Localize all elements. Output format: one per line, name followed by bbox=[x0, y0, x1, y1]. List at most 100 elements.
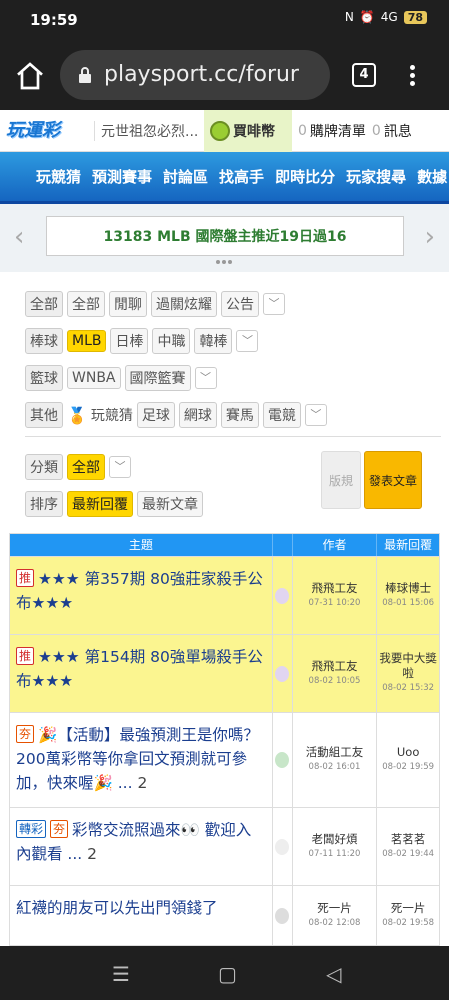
table-row[interactable]: 推 ★★★ 第154期 80強單場殺手公布★★★ 飛飛工友 08-02 10:05 … bbox=[10, 634, 439, 712]
author-cell[interactable]: 死一片 08-02 12:08 bbox=[293, 886, 378, 945]
nav-item[interactable]: 找高手 bbox=[219, 166, 264, 187]
avatar[interactable] bbox=[273, 886, 293, 945]
reply-cell[interactable]: 我要中大獎啦 08-02 15:32 bbox=[377, 635, 439, 712]
avatar[interactable] bbox=[273, 713, 293, 807]
messages-link[interactable]: 訊息 bbox=[384, 121, 412, 141]
buy-coins-button[interactable]: 買啡幣 bbox=[204, 109, 292, 152]
order-latest-reply[interactable]: 最新回覆 bbox=[67, 491, 133, 517]
main-nav: 玩競猜 預測賽事 討論區 找高手 即時比分 玩家搜尋 數據 bbox=[0, 152, 449, 204]
filter-chip[interactable]: 公告 bbox=[221, 291, 259, 317]
category-label: 分類 bbox=[25, 454, 63, 480]
reply-cell[interactable]: 茗茗茗 08-02 19:44 bbox=[377, 808, 439, 885]
table-row[interactable]: 轉彩夯彩幣交流照過來👀 歡迎入內觀看 ... 2 老闆好煩 07-11 11:20… bbox=[10, 807, 439, 885]
author-name[interactable]: 活動組工友 bbox=[293, 745, 377, 760]
avatar[interactable] bbox=[273, 557, 293, 634]
post-button[interactable]: 發表文章 bbox=[364, 451, 422, 509]
nav-item[interactable]: 玩家搜尋 bbox=[346, 166, 406, 187]
reply-name[interactable]: 我要中大獎啦 bbox=[377, 651, 439, 681]
reply-name[interactable]: 死一片 bbox=[377, 901, 439, 916]
author-time: 07-31 10:20 bbox=[308, 597, 361, 608]
tab-switcher-button[interactable]: 4 bbox=[352, 63, 376, 87]
table-row[interactable]: 紅襪的朋友可以先出門領錢了 死一片 08-02 12:08 死一片 08-02 19… bbox=[10, 885, 439, 945]
topic-title[interactable]: ★★★ 第154期 80強單場殺手公布★★★ bbox=[16, 648, 263, 690]
page-link[interactable]: 2 bbox=[137, 774, 147, 792]
home-icon[interactable] bbox=[14, 60, 46, 92]
order-latest-post[interactable]: 最新文章 bbox=[137, 491, 203, 517]
back-icon[interactable]: ◁ bbox=[326, 962, 341, 986]
filter-chip[interactable]: 足球 bbox=[136, 402, 175, 428]
signal-icon: 4G bbox=[380, 10, 398, 24]
chevron-down-icon[interactable]: ﹀ bbox=[194, 367, 217, 389]
author-cell[interactable]: 活動組工友 08-02 16:01 bbox=[293, 713, 378, 807]
filter-chip[interactable]: 韓棒 bbox=[194, 328, 233, 354]
author-name[interactable]: 老闆好煩 bbox=[293, 832, 377, 847]
rules-button[interactable]: 版規 bbox=[321, 451, 361, 509]
nav-item[interactable]: 預測賽事 bbox=[92, 166, 152, 187]
nav-item[interactable]: 討論區 bbox=[163, 166, 208, 187]
banner-text[interactable]: 13183 MLB 國際盤主推近19日過16 bbox=[46, 216, 404, 256]
filter-chip[interactable]: 全部 bbox=[67, 291, 105, 317]
table-row[interactable]: 推 ★★★ 第357期 80強莊家殺手公布★★★ 飛飛工友 07-31 10:20 … bbox=[10, 556, 439, 634]
filter-label: 全部 bbox=[25, 291, 63, 317]
topic-cell[interactable]: 推 ★★★ 第357期 80強莊家殺手公布★★★ bbox=[10, 557, 273, 634]
reply-cell[interactable]: 棒球博士 08-01 15:06 bbox=[377, 557, 439, 634]
status-icons: N ⏰ 4G 78 bbox=[345, 10, 427, 24]
filter-chip[interactable]: WNBA bbox=[67, 367, 121, 389]
filter-chip[interactable]: 日棒 bbox=[110, 328, 149, 354]
reply-name[interactable]: 棒球博士 bbox=[377, 581, 439, 596]
author-name[interactable]: 死一片 bbox=[293, 901, 377, 916]
site-logo[interactable]: 玩運彩 bbox=[6, 115, 94, 147]
topic-title[interactable]: ★★★ 第357期 80強莊家殺手公布★★★ bbox=[16, 570, 263, 612]
category-selected[interactable]: 全部 bbox=[67, 454, 105, 480]
nav-item[interactable]: 即時比分 bbox=[275, 166, 335, 187]
address-bar[interactable]: playsport.cc/forur bbox=[60, 50, 330, 100]
chevron-down-icon[interactable]: ﹀ bbox=[304, 404, 327, 426]
topic-cell[interactable]: 轉彩夯彩幣交流照過來👀 歡迎入內觀看 ... 2 bbox=[10, 808, 273, 885]
avatar[interactable] bbox=[273, 635, 293, 712]
reply-name[interactable]: Uoo bbox=[377, 745, 439, 760]
avatar[interactable] bbox=[273, 808, 293, 885]
home-button-icon[interactable]: ▢ bbox=[218, 962, 237, 986]
header-author: 作者 bbox=[293, 534, 378, 556]
tag-recommended: 推 bbox=[16, 647, 35, 665]
chevron-down-icon[interactable]: ﹀ bbox=[109, 456, 131, 478]
page-link[interactable]: 2 bbox=[87, 845, 97, 863]
table-row[interactable]: 夯 🎉【活動】最強預測王是你嗎？200萬彩幣等你拿回文預測就可參加，快來喔🎉 ..… bbox=[10, 712, 439, 807]
author-cell[interactable]: 飛飛工友 08-02 10:05 bbox=[293, 635, 378, 712]
recent-apps-icon[interactable]: ☰ bbox=[112, 962, 130, 986]
author-cell[interactable]: 飛飛工友 07-31 10:20 bbox=[293, 557, 378, 634]
nav-item[interactable]: 數據 bbox=[417, 166, 447, 187]
tag-transfer: 轉彩 bbox=[16, 820, 47, 838]
tag-recommended: 推 bbox=[16, 569, 35, 587]
coin-icon bbox=[210, 120, 230, 141]
cart-link[interactable]: 購牌清單 bbox=[310, 121, 366, 141]
author-name[interactable]: 飛飛工友 bbox=[293, 659, 377, 674]
filter-chip[interactable]: 玩競猜 bbox=[91, 405, 133, 425]
author-cell[interactable]: 老闆好煩 07-11 11:20 bbox=[293, 808, 378, 885]
filter-chip[interactable]: 過關炫耀 bbox=[151, 291, 217, 317]
filter-chip[interactable]: 賽馬 bbox=[220, 402, 259, 428]
nav-item[interactable]: 玩競猜 bbox=[36, 166, 81, 187]
chevron-down-icon[interactable]: ﹀ bbox=[236, 330, 259, 352]
chevron-left-icon[interactable]: ‹ bbox=[14, 222, 24, 252]
reply-name[interactable]: 茗茗茗 bbox=[377, 832, 439, 847]
buy-coins-label: 買啡幣 bbox=[233, 123, 275, 140]
topic-cell[interactable]: 推 ★★★ 第154期 80強單場殺手公布★★★ bbox=[10, 635, 273, 712]
marquee-text[interactable]: 元世祖忽必烈... bbox=[94, 120, 204, 141]
more-menu-icon[interactable] bbox=[408, 62, 416, 89]
topic-cell[interactable]: 紅襪的朋友可以先出門領錢了 bbox=[10, 886, 273, 945]
filter-chip[interactable]: 國際籃賽 bbox=[124, 365, 191, 391]
filter-chip[interactable]: 電競 bbox=[262, 402, 301, 428]
filter-row-other: 其他 🏅 玩競猜 足球 網球 賽馬 電競 ﹀ bbox=[25, 398, 441, 432]
chevron-down-icon[interactable]: ﹀ bbox=[263, 293, 285, 315]
filter-chip[interactable]: 網球 bbox=[178, 402, 217, 428]
reply-cell[interactable]: Uoo 08-02 19:59 bbox=[377, 713, 439, 807]
topic-cell[interactable]: 夯 🎉【活動】最強預測王是你嗎？200萬彩幣等你拿回文預測就可參加，快來喔🎉 ..… bbox=[10, 713, 273, 807]
filter-chip[interactable]: 閒聊 bbox=[109, 291, 147, 317]
topic-title[interactable]: 紅襪的朋友可以先出門領錢了 bbox=[16, 899, 218, 917]
filter-chip[interactable]: 中職 bbox=[152, 328, 191, 354]
author-name[interactable]: 飛飛工友 bbox=[293, 581, 377, 596]
reply-cell[interactable]: 死一片 08-02 19:58 bbox=[377, 886, 439, 945]
filter-chip-selected[interactable]: MLB bbox=[67, 330, 107, 352]
chevron-right-icon[interactable]: › bbox=[425, 222, 435, 252]
